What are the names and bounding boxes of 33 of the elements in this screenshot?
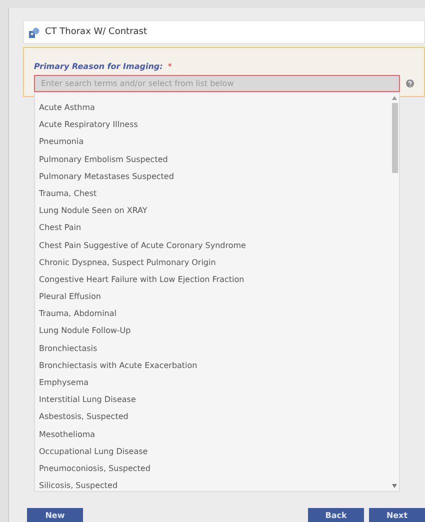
list-option[interactable]: Bronchiectasis with Acute Exacerbation: [35, 356, 390, 374]
list-option[interactable]: Pneumoconiosis, Suspected: [35, 460, 390, 478]
search-field[interactable]: Enter search terms and/or select from list below: [34, 75, 400, 92]
scan-icon: [29, 26, 40, 38]
scroll-down-icon[interactable]: [392, 484, 397, 488]
list-option[interactable]: Emphysema: [35, 374, 390, 392]
required-mark: *: [168, 62, 172, 71]
list-option[interactable]: Lung Nodule Seen on XRAY: [35, 202, 390, 220]
list-option[interactable]: Asbestosis, Suspected: [35, 408, 390, 426]
new-button[interactable]: New: [27, 508, 83, 522]
header-title: CT Thorax W/ Contrast: [45, 27, 148, 37]
back-button[interactable]: Back: [308, 508, 364, 522]
list-option[interactable]: Pneumonia: [35, 133, 390, 151]
list-option[interactable]: Acute Asthma: [35, 99, 390, 116]
list-option[interactable]: Lung Nodule Follow-Up: [35, 322, 390, 340]
list-option[interactable]: Bronchiectasis: [35, 340, 390, 357]
list-option[interactable]: Congestive Heart Failure with Low Ejection Fraction: [35, 270, 390, 288]
list-option[interactable]: Pulmonary Embolism Suspected: [35, 150, 390, 168]
next-button[interactable]: Next: [369, 508, 425, 522]
list-option[interactable]: Silicosis, Suspected: [35, 477, 390, 494]
help-icon[interactable]: [406, 79, 414, 88]
list-option[interactable]: Chest Pain: [35, 219, 390, 236]
list-option[interactable]: Pulmonary Metastases Suspected: [35, 168, 390, 185]
list-option[interactable]: Mesothelioma: [35, 426, 390, 443]
list-option[interactable]: Occupational Lung Disease: [35, 442, 390, 460]
list-option[interactable]: Trauma, Abdominal: [35, 305, 390, 322]
list-option[interactable]: Interstitial Lung Disease: [35, 391, 390, 408]
list-option[interactable]: Chronic Dyspnea, Suspect Pulmonary Origin: [35, 254, 390, 271]
list-option[interactable]: Chest Pain Suggestive of Acute Coronary Syndrome: [35, 236, 390, 254]
list-option[interactable]: Pleural Effusion: [35, 288, 390, 306]
list-option[interactable]: Trauma, Chest: [35, 184, 390, 202]
field-label: Primary Reason for Imaging:: [34, 62, 163, 71]
list-option[interactable]: Acute Respiratory Illness: [35, 116, 390, 134]
